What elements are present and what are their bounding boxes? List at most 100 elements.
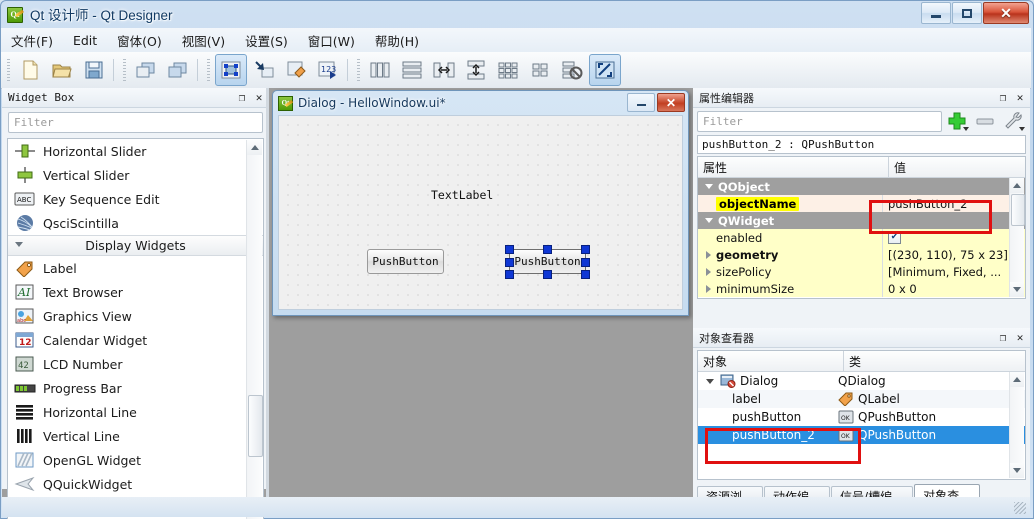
object-tree-row[interactable]: DialogQDialog: [698, 372, 1025, 390]
toolbar-grip-4[interactable]: [357, 59, 360, 81]
widget-box-item[interactable]: QQuickWidget: [8, 472, 263, 496]
toolbar-grip-3[interactable]: [207, 59, 210, 81]
widget-box-scrollbar[interactable]: [246, 140, 262, 519]
widget-box-close-button[interactable]: ✕: [252, 91, 266, 105]
edit-signals-slots-icon[interactable]: [249, 55, 279, 85]
minimize-button[interactable]: [921, 2, 951, 24]
layout-form-icon[interactable]: [525, 55, 555, 85]
property-editor-close-button[interactable]: ✕: [1013, 91, 1027, 105]
widget-box-item[interactable]: ABCKey Sequence Edit: [8, 187, 263, 211]
widget-box-item[interactable]: QsciScintilla: [8, 211, 263, 235]
property-value[interactable]: [Minimum, Fixed, ...: [888, 265, 1001, 279]
scroll-thumb[interactable]: [248, 395, 263, 457]
widget-box-float-button[interactable]: ❐: [235, 91, 249, 105]
form-minimize-button[interactable]: [627, 93, 655, 112]
tree-expand-arrow-icon[interactable]: [706, 379, 714, 384]
edit-buddies-icon[interactable]: [281, 55, 311, 85]
layout-horizontally-icon[interactable]: [365, 55, 395, 85]
object-inspector-close-button[interactable]: ✕: [1013, 331, 1027, 345]
widget-box-item[interactable]: 42LCD Number: [8, 352, 263, 376]
object-scroll-up-icon[interactable]: [1010, 372, 1024, 387]
edit-tab-order-icon[interactable]: 123: [313, 55, 343, 85]
form-label-widget[interactable]: TextLabel: [431, 188, 493, 202]
layout-splitter-v-icon[interactable]: [461, 55, 491, 85]
property-scroll-thumb[interactable]: [1011, 194, 1025, 226]
widget-box-item[interactable]: Progress Bar: [8, 376, 263, 400]
property-value-objectname[interactable]: pushButton_2: [888, 197, 967, 211]
svg-text:AI: AI: [17, 286, 31, 299]
undo-icon[interactable]: [131, 55, 161, 85]
menu-help[interactable]: 帮助(H): [365, 28, 429, 53]
toolbar-grip[interactable]: [7, 59, 10, 81]
open-form-icon[interactable]: [47, 55, 77, 85]
edit-widgets-icon[interactable]: [215, 54, 247, 86]
widget-box-item[interactable]: abcGraphics View: [8, 304, 263, 328]
property-row[interactable]: minimumSize0 x 0: [698, 280, 1025, 297]
menu-view[interactable]: 视图(V): [172, 28, 235, 53]
property-row[interactable]: sizePolicy[Minimum, Fixed, ...: [698, 263, 1025, 280]
save-form-icon[interactable]: [79, 55, 109, 85]
widget-box-item[interactable]: Label: [8, 256, 263, 280]
expand-arrow-icon[interactable]: [706, 251, 711, 259]
svg-text:OK: OK: [841, 433, 851, 440]
new-form-icon[interactable]: [15, 55, 45, 85]
widget-category-display-widgets[interactable]: Display Widgets: [8, 235, 263, 256]
toolbar-separator: [113, 59, 114, 81]
layout-vertically-icon[interactable]: [397, 55, 427, 85]
break-layout-icon[interactable]: [557, 55, 587, 85]
property-group-row[interactable]: QObject: [698, 178, 1025, 195]
property-row-objectname[interactable]: objectNamepushButton_2: [698, 195, 1025, 212]
menu-settings[interactable]: 设置(S): [235, 28, 298, 53]
widget-box-filter-input[interactable]: Filter: [8, 112, 263, 133]
widget-box-item[interactable]: Horizontal Line: [8, 400, 263, 424]
object-tree-scrollbar[interactable]: [1009, 372, 1024, 478]
scroll-up-icon[interactable]: [247, 140, 262, 155]
widget-box-item[interactable]: AIText Browser: [8, 280, 263, 304]
property-value[interactable]: [(230, 110), 75 x 23]: [888, 248, 1008, 262]
widget-box-item[interactable]: Vertical Slider: [8, 163, 263, 187]
toolbar-grip-2[interactable]: [123, 59, 126, 81]
property-filter-input[interactable]: Filter: [697, 111, 942, 132]
widget-box-item[interactable]: 12Calendar Widget: [8, 328, 263, 352]
object-tree-row[interactable]: pushButtonOKQPushButton: [698, 408, 1025, 426]
object-tree[interactable]: 对象 类 DialogQDialoglabelQLabelpushButtonO…: [697, 350, 1026, 480]
widget-box-list[interactable]: Horizontal SliderVertical SliderABCKey S…: [7, 138, 264, 519]
form-close-button[interactable]: ✕: [657, 93, 685, 112]
property-group-row[interactable]: QWidget: [698, 212, 1025, 229]
expand-arrow-icon[interactable]: [706, 268, 711, 276]
property-table[interactable]: 属性 值 QObjectobjectNamepushButton_2QWidge…: [697, 156, 1026, 299]
layout-grid-icon[interactable]: [493, 55, 523, 85]
resize-grip[interactable]: [1014, 502, 1026, 514]
menu-window[interactable]: 窗口(W): [298, 28, 365, 53]
widget-box-item[interactable]: Horizontal Slider: [8, 139, 263, 163]
object-scroll-down-icon[interactable]: [1010, 463, 1024, 478]
layout-splitter-h-icon[interactable]: [429, 55, 459, 85]
close-button[interactable]: ✕: [983, 2, 1029, 24]
property-row[interactable]: enabled✔: [698, 229, 1025, 246]
property-scroll-down-icon[interactable]: [1010, 282, 1024, 297]
menu-edit[interactable]: Edit: [63, 30, 107, 51]
widget-box-item[interactable]: Vertical Line: [8, 424, 263, 448]
property-value[interactable]: 0 x 0: [888, 282, 917, 296]
property-scroll-up-icon[interactable]: [1010, 178, 1024, 193]
redo-icon[interactable]: [163, 55, 193, 85]
remove-property-icon[interactable]: [972, 110, 998, 132]
object-tree-row[interactable]: pushButton_2OKQPushButton: [698, 426, 1025, 444]
object-tree-row[interactable]: labelQLabel: [698, 390, 1025, 408]
property-table-scrollbar[interactable]: [1009, 178, 1024, 297]
add-property-icon[interactable]: [944, 110, 970, 132]
menu-file[interactable]: 文件(F): [1, 28, 63, 53]
expand-arrow-icon[interactable]: [706, 285, 711, 293]
adjust-size-icon[interactable]: [589, 54, 621, 86]
property-editor-float-button[interactable]: ❐: [996, 91, 1010, 105]
form-pushbutton-widget[interactable]: PushButton: [367, 249, 444, 274]
configure-icon[interactable]: [1000, 110, 1026, 132]
widget-box-item[interactable]: OpenGL Widget: [8, 448, 263, 472]
maximize-button[interactable]: [952, 2, 982, 24]
property-enabled-checkbox[interactable]: ✔: [888, 231, 901, 244]
menu-form[interactable]: 窗体(O): [107, 28, 172, 53]
property-row[interactable]: geometry[(230, 110), 75 x 23]: [698, 246, 1025, 263]
form-pushbutton2-widget[interactable]: PushButton: [509, 249, 586, 274]
object-inspector-float-button[interactable]: ❐: [996, 331, 1010, 345]
form-canvas[interactable]: TextLabel PushButton PushButton: [278, 115, 683, 310]
